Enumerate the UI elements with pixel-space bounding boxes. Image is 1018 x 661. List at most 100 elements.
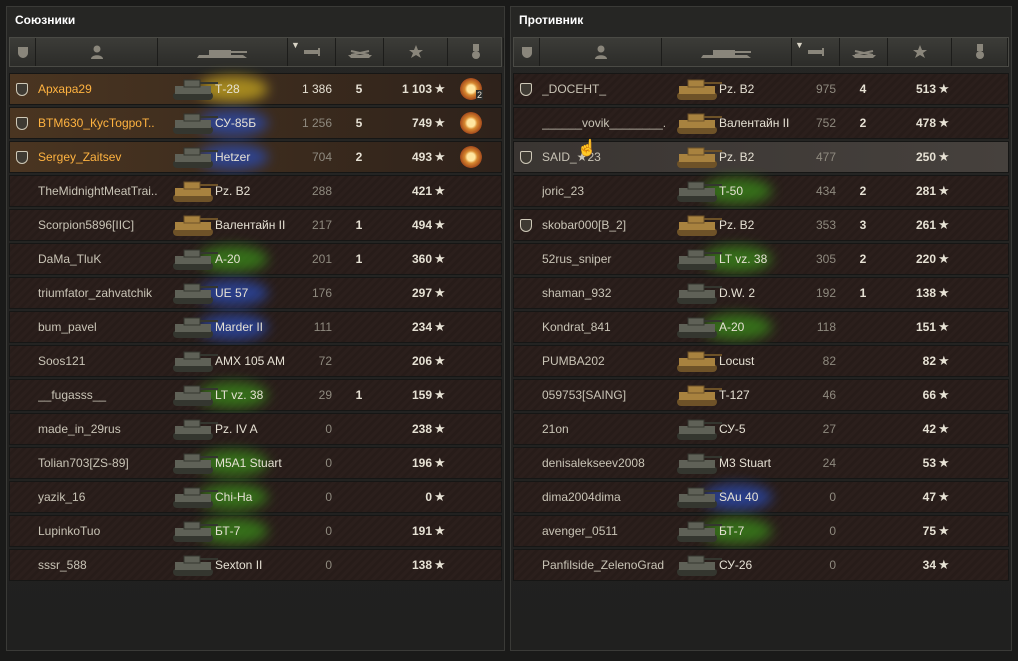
player-row[interactable]: joric_23 T-50 434 2 281 ★ xyxy=(513,175,1009,207)
damage-value: 0 xyxy=(829,490,836,504)
tank-locust-icon xyxy=(677,351,722,372)
player-row[interactable]: dima2004dima SAu 40 0 47 ★ xyxy=(513,481,1009,513)
player-name: Kondrat_841 xyxy=(542,320,611,334)
player-row[interactable]: DaMa_TluK A-20 201 1 360 ★ xyxy=(9,243,502,275)
medal-cell xyxy=(460,278,490,308)
player-row[interactable]: skobar000[B_2] Pz. B2 353 3 261 ★ xyxy=(513,209,1009,241)
player-row[interactable]: Tolian703[ZS-89] M5A1 Stuart 0 196 ★ xyxy=(9,447,502,479)
player-row[interactable]: PUMBA202 Locust 82 82 ★ xyxy=(513,345,1009,377)
badge-cell xyxy=(520,448,536,478)
xp-value: 493 xyxy=(411,150,432,164)
tank-bt7-icon xyxy=(173,521,218,542)
kills-value xyxy=(344,414,374,444)
vehicle-column-icon[interactable] xyxy=(662,38,792,66)
player-name: Panfilside_ZelenoGrad xyxy=(542,558,665,572)
medal-icon[interactable] xyxy=(460,146,482,168)
player-name: LupinkoTuo xyxy=(38,524,101,538)
player-row[interactable]: 21on СУ-5 27 42 ★ xyxy=(513,413,1009,445)
xp-value: 0 xyxy=(425,490,432,504)
xp-value: 206 xyxy=(411,354,432,368)
player-row[interactable]: denisalekseev2008 M3 Stuart 24 53 ★ xyxy=(513,447,1009,479)
badge-column-icon[interactable] xyxy=(10,38,36,66)
player-row[interactable]: Panfilside_ZelenoGrad СУ-26 0 34 ★ xyxy=(513,549,1009,581)
tank-pzb2-icon xyxy=(677,79,722,100)
player-row[interactable]: Kondrat_841 A-20 118 151 ★ xyxy=(513,311,1009,343)
player-row[interactable]: bum_pavel Marder II 111 234 ★ xyxy=(9,311,502,343)
player-row[interactable]: avenger_0511 БТ-7 0 75 ★ xyxy=(513,515,1009,547)
kills-column-icon[interactable] xyxy=(336,38,384,66)
kills-value xyxy=(848,414,878,444)
player-row[interactable]: LupinkoTuo БТ-7 0 191 ★ xyxy=(9,515,502,547)
tank-marder-icon xyxy=(173,317,218,338)
player-row[interactable]: BTM630_КусТоgpoT.. СУ-85Б 1 256 5 749 ★ xyxy=(9,107,502,139)
damage-value: 82 xyxy=(822,354,836,368)
kills-value xyxy=(848,312,878,342)
kills-value: 2 xyxy=(859,116,867,130)
player-row[interactable]: shaman_932 D.W. 2 192 1 138 ★ xyxy=(513,277,1009,309)
player-row[interactable]: made_in_29rus Pz. IV A 0 238 ★ xyxy=(9,413,502,445)
xp-value: 238 xyxy=(411,422,432,436)
player-row[interactable]: sssr_588 Sexton II 0 138 ★ xyxy=(9,549,502,581)
tank-dw2-icon xyxy=(677,283,722,304)
player-row[interactable]: TheMidnightMeatTrai.. Pz. B2 288 421 ★ xyxy=(9,175,502,207)
player-row[interactable]: Архара29 Т-28 1 386 5 1 103 ★ 2 xyxy=(9,73,502,105)
enemies-panel: Противник ▼ _DOCEHT_ Pz. B2 975 4 513 ★ _____… xyxy=(510,6,1012,651)
player-column-icon[interactable] xyxy=(36,38,158,66)
xp-value: 513 xyxy=(915,82,936,96)
medal-cell xyxy=(460,108,490,138)
badge-cell xyxy=(520,142,536,172)
damage-column-icon[interactable]: ▼ xyxy=(792,38,840,66)
xp-column-icon[interactable] xyxy=(888,38,952,66)
allies-column-header: ▼ xyxy=(9,37,504,67)
tank-hetzer-icon xyxy=(173,147,218,168)
star-icon: ★ xyxy=(938,523,950,538)
player-row[interactable]: __fugasss__ LT vz. 38 29 1 159 ★ xyxy=(9,379,502,411)
damage-value: 288 xyxy=(311,184,332,198)
star-icon: ★ xyxy=(434,115,446,130)
badge-cell xyxy=(16,176,32,206)
badge-column-icon[interactable] xyxy=(514,38,540,66)
player-row[interactable]: yazik_16 Chi-Ha 0 0 ★ xyxy=(9,481,502,513)
badge-cell xyxy=(520,550,536,580)
player-row[interactable]: Scorpion5896[IIC] Валентайн II 217 1 494 ★ xyxy=(9,209,502,241)
kills-column-icon[interactable] xyxy=(840,38,888,66)
player-name: TheMidnightMeatTrai.. xyxy=(38,184,158,198)
badge-cell xyxy=(520,312,536,342)
xp-value: 138 xyxy=(411,558,432,572)
vehicle-column-icon[interactable] xyxy=(158,38,288,66)
player-name: ______vovik________.. xyxy=(542,116,666,130)
player-row[interactable]: triumfator_zahvatchik UE 57 176 297 ★ xyxy=(9,277,502,309)
medal-icon[interactable] xyxy=(460,112,482,134)
player-row[interactable]: 52rus_sniper LT vz. 38 305 2 220 ★ xyxy=(513,243,1009,275)
kills-value xyxy=(848,142,878,172)
medal-cell xyxy=(964,210,994,240)
player-row[interactable]: Soos121 AMX 105 AM 72 206 ★ xyxy=(9,345,502,377)
medal-cell xyxy=(964,278,994,308)
player-row[interactable]: 059753[SAING] T-127 46 66 ★ xyxy=(513,379,1009,411)
medal-column-icon[interactable] xyxy=(952,38,1008,66)
star-icon: ★ xyxy=(938,285,950,300)
kills-value xyxy=(848,346,878,376)
damage-value: 704 xyxy=(311,150,332,164)
badge-cell xyxy=(520,244,536,274)
player-name: yazik_16 xyxy=(38,490,86,504)
damage-value: 752 xyxy=(815,116,836,130)
allies-title: Союзники xyxy=(15,13,76,27)
tank-su5-icon xyxy=(677,419,722,440)
star-icon: ★ xyxy=(938,217,950,232)
star-icon: ★ xyxy=(938,557,950,572)
medal-column-icon[interactable] xyxy=(448,38,504,66)
medal-cell xyxy=(460,210,490,240)
badge-cell xyxy=(520,176,536,206)
kills-value xyxy=(344,278,374,308)
damage-value: 111 xyxy=(313,320,332,334)
kills-value xyxy=(848,482,878,512)
player-column-icon[interactable] xyxy=(540,38,662,66)
tank-a20-icon xyxy=(677,317,722,338)
player-row[interactable]: Sergey_Zaitsev Hetzer 704 2 493 ★ xyxy=(9,141,502,173)
xp-column-icon[interactable] xyxy=(384,38,448,66)
damage-column-icon[interactable]: ▼ xyxy=(288,38,336,66)
clan-badge-icon xyxy=(520,83,532,96)
player-row[interactable]: ______vovik________.. Валентайн II 752 2 47… xyxy=(513,107,1009,139)
player-row[interactable]: _DOCEHT_ Pz. B2 975 4 513 ★ xyxy=(513,73,1009,105)
